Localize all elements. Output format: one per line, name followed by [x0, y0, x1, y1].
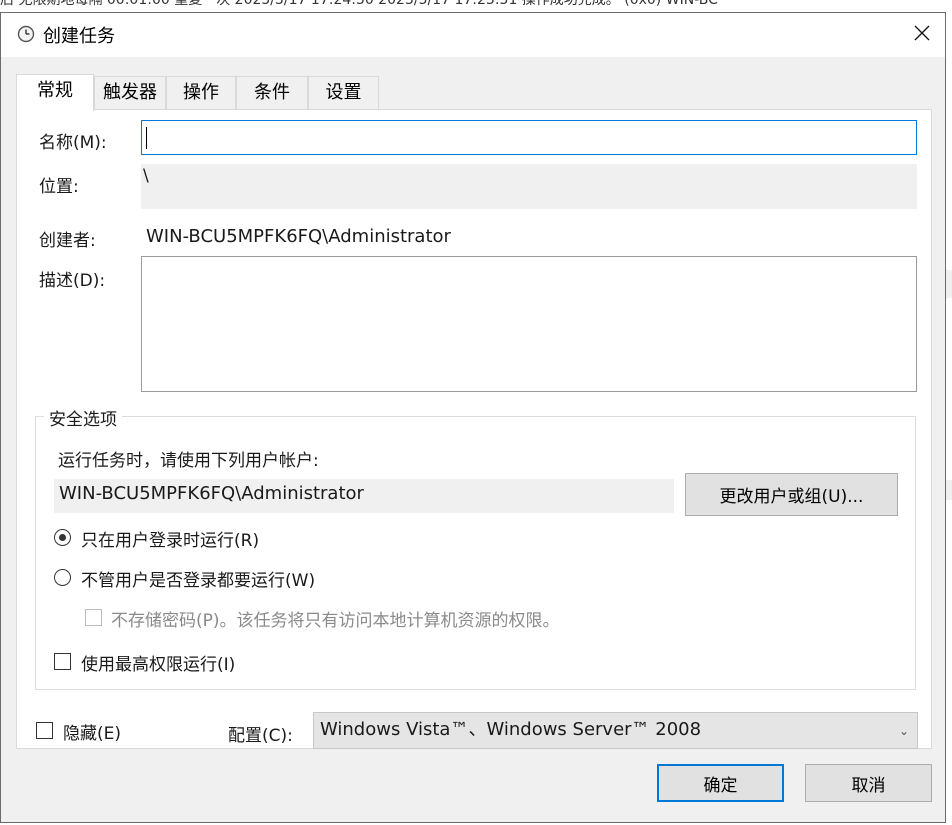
radio-button[interactable] — [54, 529, 71, 546]
tab-settings[interactable]: 设置 — [308, 76, 379, 110]
tab-label: 常规 — [37, 80, 73, 101]
tab-label: 设置 — [325, 82, 362, 103]
cancel-button[interactable]: 取消 — [805, 764, 932, 802]
background-window-strip: 后 无限期地每隔 00:01:00 重复一次 2025/5/17 17:24:5… — [0, 0, 952, 12]
checkbox-label: 使用最高权限运行(I) — [81, 655, 236, 675]
clock-icon — [17, 25, 35, 43]
run-as-account-value: WIN-BCU5MPFK6FQ\Administrator — [59, 483, 364, 504]
ok-button[interactable]: 确定 — [657, 764, 784, 802]
checkbox[interactable] — [85, 609, 102, 626]
radio-label: 只在用户登录时运行(R) — [81, 531, 260, 551]
run-as-label: 运行任务时，请使用下列用户帐户: — [58, 451, 319, 471]
close-button[interactable] — [899, 13, 945, 57]
background-window-edge — [946, 480, 952, 500]
tab-label: 触发器 — [103, 82, 157, 103]
security-options-legend: 安全选项 — [44, 405, 122, 430]
configure-value: Windows Vista™、Windows Server™ 2008 — [320, 719, 702, 740]
tab-general[interactable]: 常规 — [16, 74, 94, 111]
general-tab-panel: 名称(M): 位置: \ 创建者: WIN-BCU5MPFK6FQ\Admini… — [16, 109, 932, 749]
radio-button[interactable] — [54, 569, 71, 586]
name-label: 名称(M): — [39, 133, 107, 153]
author-label: 创建者: — [39, 231, 96, 251]
create-task-dialog: 创建任务 常规 触发器 操作 条件 设置 名称(M): 位置: \ 创建者: W… — [0, 12, 946, 823]
description-textarea[interactable] — [141, 256, 917, 392]
checkbox[interactable] — [36, 722, 53, 739]
tab-conditions[interactable]: 条件 — [236, 76, 308, 110]
change-user-button[interactable]: 更改用户或组(U)... — [685, 473, 898, 516]
radio-dot — [58, 533, 66, 541]
security-options-group: 安全选项 运行任务时，请使用下列用户帐户: WIN-BCU5MPFK6FQ\Ad… — [35, 405, 916, 690]
background-window-text: 后 无限期地每隔 00:01:00 重复一次 2025/5/17 17:24:5… — [0, 0, 718, 8]
tab-label: 操作 — [183, 82, 219, 103]
tab-label: 条件 — [254, 82, 290, 103]
radio-label: 不管用户是否登录都要运行(W) — [81, 571, 316, 591]
background-window-edge — [946, 270, 952, 298]
location-field: \ — [141, 164, 917, 209]
text-caret — [146, 127, 147, 149]
checkbox-label: 不存储密码(P)。该任务将只有访问本地计算机资源的权限。 — [111, 611, 560, 631]
location-label: 位置: — [39, 177, 79, 197]
run-as-account-field: WIN-BCU5MPFK6FQ\Administrator — [54, 479, 674, 513]
tab-triggers[interactable]: 触发器 — [94, 76, 166, 110]
checkbox-label: 隐藏(E) — [63, 724, 122, 744]
chevron-down-icon: ⌄ — [898, 724, 909, 738]
description-label: 描述(D): — [39, 271, 106, 291]
name-input[interactable] — [141, 120, 917, 155]
location-value: \ — [143, 166, 149, 186]
configure-select[interactable]: Windows Vista™、Windows Server™ 2008 ⌄ — [313, 712, 918, 749]
tab-actions[interactable]: 操作 — [166, 76, 236, 110]
checkbox[interactable] — [54, 653, 71, 670]
close-icon — [914, 25, 930, 45]
configure-label: 配置(C): — [228, 726, 293, 746]
title-bar: 创建任务 — [1, 13, 945, 57]
window-title: 创建任务 — [43, 26, 115, 47]
author-value: WIN-BCU5MPFK6FQ\Administrator — [146, 226, 451, 247]
